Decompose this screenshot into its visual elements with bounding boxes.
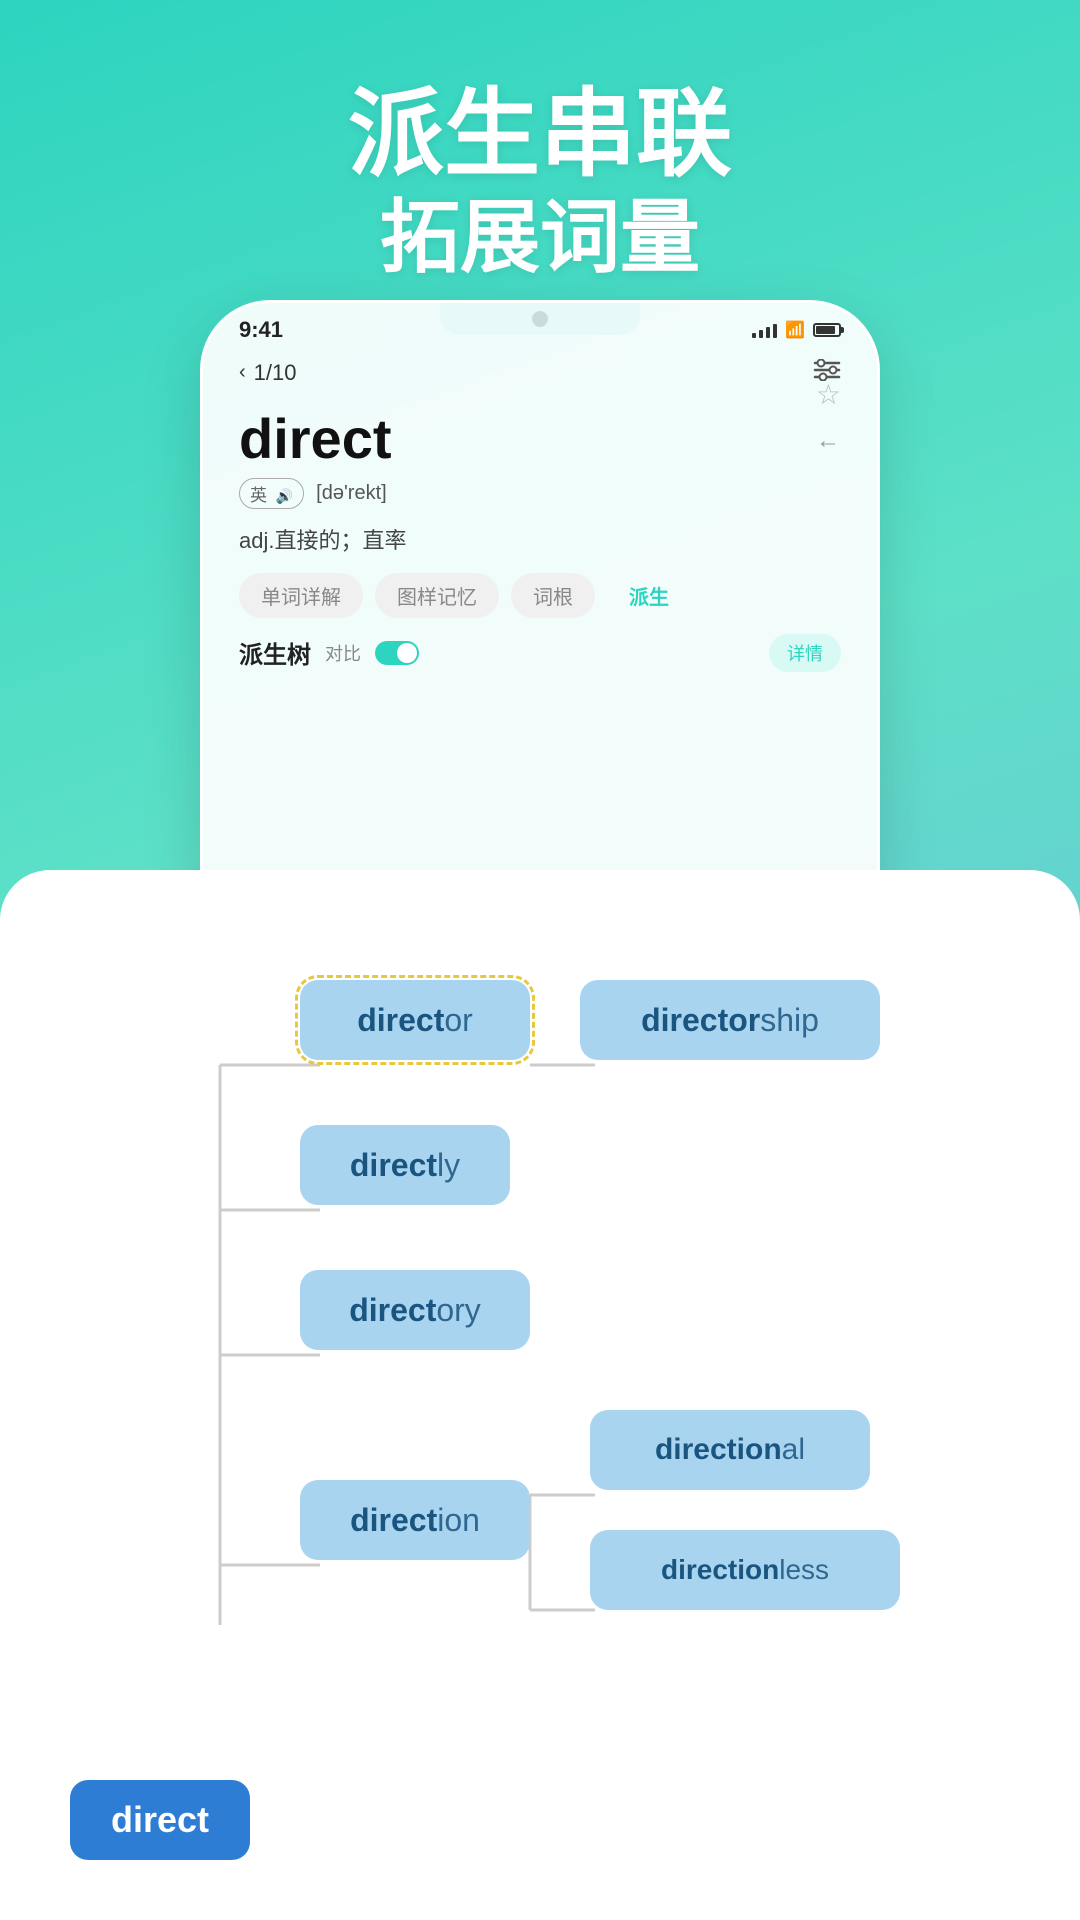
header-title-line1: 派生串联 — [0, 80, 1080, 190]
header-title-line2: 拓展词量 — [0, 190, 1080, 286]
nav-bar: ‹ 1/10 — [203, 349, 877, 398]
phonetic-text: [də'rekt] — [316, 482, 387, 505]
word-phonetic: 英 🔊 [də'rekt] — [239, 478, 841, 509]
language-badge[interactable]: 英 🔊 — [239, 478, 304, 509]
node-direction-label: direction — [350, 1502, 480, 1539]
word-definition: adj.直接的；直率 — [239, 523, 841, 555]
node-director[interactable]: director — [300, 980, 530, 1060]
phone-notch — [440, 303, 640, 335]
battery-icon — [813, 323, 841, 337]
status-time: 9:41 — [239, 317, 283, 343]
tab-image-memory[interactable]: 图样记忆 — [375, 573, 499, 618]
node-directorship-label: directorship — [641, 1002, 819, 1039]
nav-page-count: 1/10 — [254, 360, 297, 386]
header-section: 派生串联 拓展词量 — [0, 0, 1080, 326]
tab-word-detail[interactable]: 单词详解 — [239, 573, 363, 618]
sound-icon[interactable]: 🔊 — [276, 488, 293, 504]
node-directional[interactable]: directional — [590, 1410, 870, 1490]
word-tree-card: direct director directorship directly di… — [0, 870, 1080, 1920]
node-direction[interactable]: direction — [300, 1480, 530, 1560]
word-section: direct 英 🔊 [də'rekt] adj.直接的；直率 — [203, 398, 877, 555]
back-arrow-icon[interactable]: ← — [816, 427, 841, 455]
tab-derivative[interactable]: 派生 — [607, 573, 691, 618]
node-directorship[interactable]: directorship — [580, 980, 880, 1060]
tree-diagram: direct director directorship directly di… — [40, 930, 1040, 1920]
tab-root[interactable]: 词根 — [511, 573, 595, 618]
tree-header: 派生树 对比 详情 — [203, 618, 877, 682]
tabs-bar: 单词详解 图样记忆 词根 派生 — [203, 555, 877, 618]
tree-title: 派生树 — [239, 635, 311, 670]
node-directly[interactable]: directly — [300, 1125, 510, 1205]
node-directory-label: directory — [349, 1292, 481, 1329]
signal-icon — [752, 322, 777, 338]
lang-text: 英 — [250, 486, 267, 505]
compare-toggle[interactable] — [375, 641, 419, 665]
phone-camera — [532, 311, 548, 327]
compare-label: 对比 — [325, 640, 361, 666]
node-direct-label: direct — [111, 1799, 209, 1841]
phone-frame: 9:41 📶 ‹ 1/10 — [200, 300, 880, 940]
star-icon[interactable]: ☆ — [816, 378, 841, 411]
word-text: direct — [239, 408, 841, 470]
status-icons: 📶 — [752, 320, 841, 340]
word-actions: ☆ ← — [816, 378, 841, 455]
node-directional-label: directional — [655, 1433, 805, 1467]
detail-button[interactable]: 详情 — [769, 634, 841, 672]
chevron-left-icon: ‹ — [239, 361, 246, 384]
toggle-knob — [397, 643, 417, 663]
back-nav[interactable]: ‹ 1/10 — [239, 360, 297, 386]
wifi-icon: 📶 — [785, 320, 805, 340]
node-director-label: director — [357, 1002, 473, 1039]
node-directionless-label: directionless — [661, 1554, 829, 1586]
node-direct[interactable]: direct — [70, 1780, 250, 1860]
node-directly-label: directly — [350, 1147, 460, 1184]
node-directionless[interactable]: directionless — [590, 1530, 900, 1610]
node-directory[interactable]: directory — [300, 1270, 530, 1350]
